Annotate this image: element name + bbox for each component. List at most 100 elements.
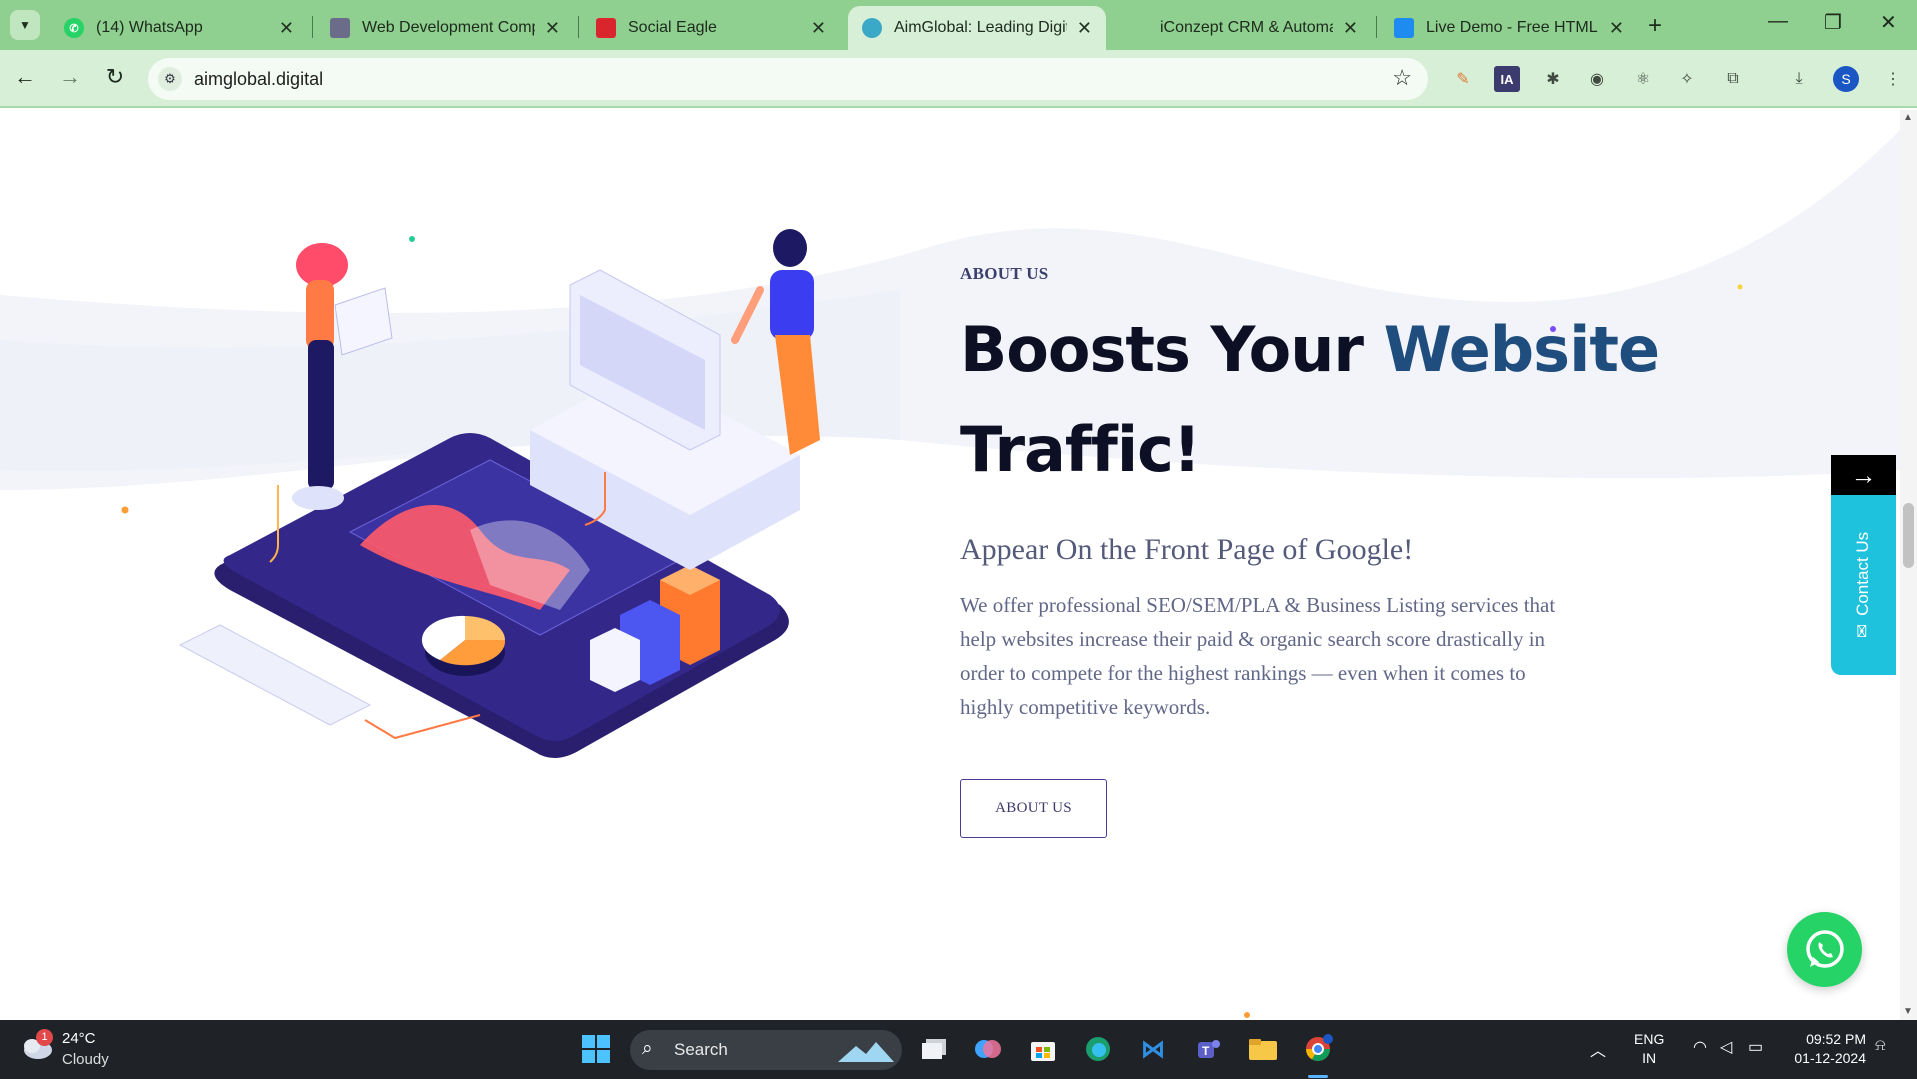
weather-condition[interactable]: Cloudy xyxy=(62,1051,109,1068)
headline-text: Boosts Your xyxy=(960,313,1384,386)
site-info-icon[interactable]: ⚙ xyxy=(158,67,182,91)
tab-whatsapp[interactable]: ✆ (14) WhatsApp ✕ xyxy=(50,6,308,50)
address-bar[interactable]: ⚙ aimglobal.digital ☆ xyxy=(148,58,1428,100)
reload-button[interactable]: ↻ xyxy=(100,64,130,90)
colorpicker-extension-icon[interactable]: ✎ xyxy=(1450,66,1476,92)
close-icon[interactable]: ✕ xyxy=(1077,18,1092,39)
close-icon[interactable]: ✕ xyxy=(811,18,826,39)
camera-extension-icon[interactable]: ◉ xyxy=(1584,66,1610,92)
minimize-button[interactable]: — xyxy=(1768,10,1788,33)
browser-toolbar: ← → ↻ ⚙ aimglobal.digital ☆ ✎ IA ✱ ◉ ⚛ ✧… xyxy=(0,50,1917,108)
vscode-icon[interactable]: ⋈ xyxy=(1135,1031,1171,1067)
weather-temperature[interactable]: 24°C xyxy=(62,1030,96,1047)
decor-dot xyxy=(121,506,129,514)
region-code: IN xyxy=(1642,1050,1657,1066)
language-code: ENG xyxy=(1634,1031,1665,1047)
whatsapp-icon: ✆ xyxy=(64,18,84,38)
scrollbar-thumb[interactable] xyxy=(1903,503,1914,568)
scroll-down-icon[interactable]: ▼ xyxy=(1903,1006,1913,1017)
edge-browser-icon[interactable] xyxy=(1080,1031,1116,1067)
page-icon xyxy=(330,18,350,38)
notification-bell-icon[interactable]: ⍾ xyxy=(1875,1037,1886,1055)
tab-aimglobal[interactable]: AimGlobal: Leading Digital ✕ xyxy=(848,6,1106,50)
tab-title: iConzept CRM & Automati xyxy=(1160,19,1333,36)
teams-icon[interactable]: T xyxy=(1190,1031,1226,1067)
contact-us-label: Contact Us xyxy=(1853,531,1873,616)
headline-text: Traffic! xyxy=(960,413,1201,486)
tab-title: AimGlobal: Leading Digital xyxy=(894,19,1067,36)
forward-button[interactable]: → xyxy=(55,64,85,90)
menu-kebab-icon[interactable]: ⋮ xyxy=(1880,66,1906,92)
back-button[interactable]: ← xyxy=(10,64,40,90)
tab-web-development[interactable]: Web Development Compa ✕ xyxy=(316,6,574,50)
scroll-up-icon[interactable]: ▲ xyxy=(1903,112,1913,123)
tab-iconzept[interactable]: iConzept CRM & Automati ✕ xyxy=(1114,6,1372,50)
tab-separator xyxy=(578,16,579,38)
body-paragraph: We offer professional SEO/SEM/PLA & Busi… xyxy=(960,593,1556,719)
tab-strip: ▼ ✆ (14) WhatsApp ✕ Web Development Comp… xyxy=(0,0,1917,50)
aimglobal-icon xyxy=(862,18,882,38)
windows-start-icon[interactable] xyxy=(578,1031,614,1067)
headline: Boosts Your Website Traffic! xyxy=(960,300,1720,500)
show-hidden-icons-chevron[interactable]: ︿ xyxy=(1590,1037,1606,1061)
tab-separator xyxy=(312,16,313,38)
profile-avatar[interactable]: S xyxy=(1833,66,1859,92)
close-icon[interactable]: ✕ xyxy=(545,18,560,39)
clock-time: 09:52 PM xyxy=(1806,1031,1866,1047)
copilot-icon[interactable] xyxy=(970,1031,1006,1067)
download-icon[interactable]: ⤓ xyxy=(1786,66,1812,92)
file-explorer-icon[interactable] xyxy=(1245,1031,1281,1067)
task-view-icon[interactable] xyxy=(916,1031,952,1067)
react-extension-icon[interactable]: ⚛ xyxy=(1630,66,1656,92)
tab-search-button[interactable]: ▼ xyxy=(10,10,40,40)
search-label: Search xyxy=(674,1040,728,1059)
sparkle-extension-icon[interactable]: ✧ xyxy=(1674,66,1700,92)
close-window-button[interactable]: ✕ xyxy=(1880,10,1897,35)
wifi-icon[interactable]: ◠ xyxy=(1693,1037,1707,1057)
battery-icon[interactable]: ▭ xyxy=(1748,1037,1763,1057)
tab-live-demo[interactable]: Live Demo - Free HTML Te ✕ xyxy=(1380,6,1638,50)
chevron-down-icon: ▼ xyxy=(19,18,31,32)
about-us-button[interactable]: ABOUT US xyxy=(960,779,1107,838)
bookmark-star-icon[interactable]: ☆ xyxy=(1392,65,1412,91)
tab-social-eagle[interactable]: Social Eagle ✕ xyxy=(582,6,840,50)
svg-text:T: T xyxy=(1202,1044,1210,1058)
headline-accent: Website xyxy=(1383,313,1660,386)
side-arrow-button[interactable]: → xyxy=(1831,455,1896,495)
chrome-icon[interactable] xyxy=(1300,1031,1336,1067)
close-icon[interactable]: ✕ xyxy=(1343,18,1358,39)
input-language[interactable]: ENG IN xyxy=(1634,1030,1664,1068)
decor-dot xyxy=(1244,1012,1250,1018)
tab-separator xyxy=(1376,16,1377,38)
tab-title: Live Demo - Free HTML Te xyxy=(1426,19,1599,36)
restore-button[interactable]: ❐ xyxy=(1824,10,1842,35)
whatsapp-icon xyxy=(1805,929,1844,968)
page-scrollbar[interactable]: ▲ ▼ xyxy=(1900,110,1917,1020)
taskbar-search[interactable]: ⌕ Search xyxy=(630,1030,902,1070)
clock[interactable]: 09:52 PM 01-12-2024 xyxy=(1786,1030,1866,1068)
webpage: ABOUT US Boosts Your Website Traffic! App… xyxy=(0,110,1917,1020)
clock-date: 01-12-2024 xyxy=(1794,1050,1866,1066)
decor-dot xyxy=(1737,284,1743,290)
demo-site-icon xyxy=(1394,18,1414,38)
volume-icon[interactable]: ◁ xyxy=(1720,1037,1732,1057)
close-icon[interactable]: ✕ xyxy=(279,18,294,39)
mail-icon: ✉ xyxy=(1853,623,1873,639)
section-eyebrow: ABOUT US xyxy=(960,264,1049,283)
extensions-puzzle-icon[interactable]: ⧉ xyxy=(1720,66,1746,92)
whatsapp-float-button[interactable] xyxy=(1787,912,1862,987)
tab-title: Social Eagle xyxy=(628,19,717,36)
contact-us-tab[interactable]: ✉ Contact Us xyxy=(1831,495,1896,675)
seo-isometric-illustration xyxy=(178,229,820,759)
ia-extension-icon[interactable]: IA xyxy=(1494,66,1520,92)
url-text[interactable]: aimglobal.digital xyxy=(194,69,323,90)
new-tab-button[interactable]: + xyxy=(1648,12,1662,40)
taskbar: 1 24°C Cloudy ⌕ Search ⋈ T ︿ ENG IN ◠ ◁ ▭… xyxy=(0,1020,1917,1079)
close-icon[interactable]: ✕ xyxy=(1609,18,1624,39)
eagle-icon xyxy=(596,18,616,38)
microsoft-store-icon[interactable] xyxy=(1025,1031,1061,1067)
tab-title: (14) WhatsApp xyxy=(96,19,203,36)
bug-extension-icon[interactable]: ✱ xyxy=(1540,66,1566,92)
iconzept-icon xyxy=(1128,18,1148,38)
search-highlight-icon xyxy=(838,1042,894,1062)
